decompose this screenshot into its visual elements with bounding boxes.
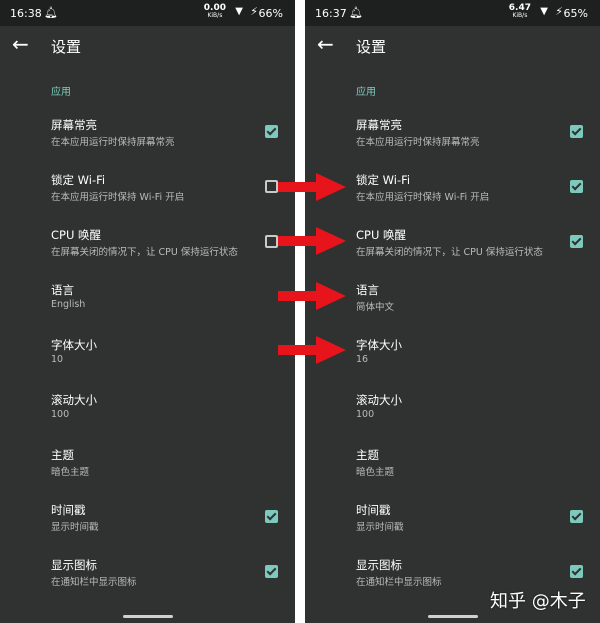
preference-item[interactable]: 滚动大小 100 bbox=[305, 392, 600, 440]
preference-title: 屏幕常亮 bbox=[51, 118, 97, 132]
preference-item[interactable]: 字体大小 10 bbox=[0, 337, 295, 385]
preference-summary: 暗色主题 bbox=[356, 467, 395, 478]
preference-item[interactable]: 主题 暗色主题 bbox=[0, 447, 295, 495]
section-header: 应用 bbox=[51, 87, 71, 98]
charging-icon: ⚡ bbox=[250, 5, 258, 18]
preference-item[interactable]: 显示图标在通知栏中显示图标 bbox=[0, 557, 295, 605]
network-speed-unit: KiB/s bbox=[207, 12, 223, 19]
page-title: 设置 bbox=[356, 38, 387, 56]
preference-checkbox[interactable] bbox=[570, 180, 583, 193]
preference-title: 显示图标 bbox=[51, 558, 97, 572]
app-bar: ← 设置 bbox=[305, 26, 600, 66]
preference-summary: 在本应用运行时保持屏幕常亮 bbox=[51, 137, 175, 148]
preference-title: 主题 bbox=[51, 448, 74, 462]
home-indicator[interactable] bbox=[427, 615, 478, 618]
preference-checkbox[interactable] bbox=[265, 565, 278, 578]
preference-checkbox[interactable] bbox=[265, 125, 278, 138]
home-indicator[interactable] bbox=[122, 615, 173, 618]
app-bar: ← 设置 bbox=[0, 26, 295, 66]
preference-item[interactable]: 字体大小 16 bbox=[305, 337, 600, 385]
preference-title: 显示图标 bbox=[356, 558, 402, 572]
phone-screen-after: 16:37 🔔︎ 6.47 KiB/s ▼ ⚡ 65% ← 设置 应用 屏幕常亮… bbox=[305, 0, 600, 623]
preference-checkbox[interactable] bbox=[570, 510, 583, 523]
preference-item[interactable]: 时间戳 显示时间戳 bbox=[0, 502, 295, 550]
preference-summary: 在本应用运行时保持 Wi-Fi 开启 bbox=[356, 192, 490, 203]
watermark: 知乎 @木子 bbox=[490, 591, 586, 612]
preference-summary: 显示时间戳 bbox=[51, 522, 99, 533]
status-time: 16:38 bbox=[10, 7, 42, 20]
network-speed-value: 6.47 bbox=[508, 3, 531, 13]
wifi-icon: ▼ bbox=[235, 6, 243, 17]
preference-title: 锁定 Wi-Fi bbox=[51, 173, 106, 187]
battery-level: 65% bbox=[563, 7, 588, 20]
preference-title: 锁定 Wi-Fi bbox=[356, 173, 411, 187]
status-bar: 16:37 🔔︎ 6.47 KiB/s ▼ ⚡ 65% bbox=[305, 0, 600, 26]
preference-title: 滚动大小 bbox=[51, 393, 97, 407]
status-time: 16:37 bbox=[315, 7, 347, 20]
back-arrow-icon[interactable]: ← bbox=[317, 33, 334, 55]
preference-title: 语言 bbox=[356, 283, 379, 297]
network-speed-unit: KiB/s bbox=[512, 12, 528, 19]
section-header: 应用 bbox=[356, 87, 376, 98]
preference-summary: 在本应用运行时保持 Wi-Fi 开启 bbox=[51, 192, 185, 203]
network-speed-value: 0.00 bbox=[203, 3, 226, 13]
preference-item[interactable]: 主题 暗色主题 bbox=[305, 447, 600, 495]
preference-item[interactable]: 锁定 Wi-Fi 在本应用运行时保持 Wi-Fi 开启 bbox=[0, 172, 295, 220]
preference-summary: 在屏幕关闭的情况下，让 CPU 保持运行状态 bbox=[51, 247, 238, 258]
status-bar: 16:38 🔔︎ 0.00 KiB/s ▼ ⚡ 66% bbox=[0, 0, 295, 26]
preference-item[interactable]: CPU 唤醒在屏幕关闭的情况下，让 CPU 保持运行状态 bbox=[305, 227, 600, 275]
network-speed: 6.47 KiB/s bbox=[509, 4, 531, 20]
back-arrow-icon[interactable]: ← bbox=[12, 33, 29, 55]
preference-summary: 100 bbox=[51, 409, 70, 420]
preference-summary: 在本应用运行时保持屏幕常亮 bbox=[356, 137, 480, 148]
notification-icon: 🔔︎ bbox=[44, 6, 58, 19]
wifi-icon: ▼ bbox=[540, 6, 548, 17]
preference-title: 时间戳 bbox=[356, 503, 391, 517]
preference-item[interactable]: 锁定 Wi-Fi 在本应用运行时保持 Wi-Fi 开启 bbox=[305, 172, 600, 220]
preference-title: 字体大小 bbox=[51, 338, 97, 352]
gesture-nav-bar bbox=[0, 611, 295, 621]
preference-item[interactable]: CPU 唤醒在屏幕关闭的情况下，让 CPU 保持运行状态 bbox=[0, 227, 295, 275]
preference-checkbox[interactable] bbox=[570, 125, 583, 138]
preference-title: CPU 唤醒 bbox=[51, 228, 102, 242]
preference-summary: English bbox=[51, 299, 86, 310]
preference-summary: 100 bbox=[356, 409, 375, 420]
annotation-arrow-wifi bbox=[278, 173, 346, 201]
preference-checkbox[interactable] bbox=[570, 235, 583, 248]
annotation-arrow-cpu bbox=[278, 227, 346, 255]
preference-item[interactable]: 屏幕常亮在本应用运行时保持屏幕常亮 bbox=[305, 117, 600, 165]
battery-level: 66% bbox=[258, 7, 283, 20]
preference-summary: 在通知栏中显示图标 bbox=[51, 577, 137, 588]
notification-icon: 🔔︎ bbox=[349, 6, 363, 19]
preference-item[interactable]: 语言 简体中文 bbox=[305, 282, 600, 330]
preference-title: 主题 bbox=[356, 448, 379, 462]
preference-summary: 简体中文 bbox=[356, 302, 395, 313]
preference-title: 时间戳 bbox=[51, 503, 86, 517]
charging-icon: ⚡ bbox=[555, 5, 563, 18]
preference-item[interactable]: 时间戳 显示时间戳 bbox=[305, 502, 600, 550]
annotation-arrow-font-size bbox=[278, 336, 346, 364]
preference-title: 语言 bbox=[51, 283, 74, 297]
preference-item[interactable]: 滚动大小 100 bbox=[0, 392, 295, 440]
preference-summary: 10 bbox=[51, 354, 64, 365]
preference-summary: 16 bbox=[356, 354, 369, 365]
preference-item[interactable]: 屏幕常亮在本应用运行时保持屏幕常亮 bbox=[0, 117, 295, 165]
preference-title: CPU 唤醒 bbox=[356, 228, 407, 242]
preference-checkbox[interactable] bbox=[570, 565, 583, 578]
preference-title: 滚动大小 bbox=[356, 393, 402, 407]
preference-summary: 显示时间戳 bbox=[356, 522, 404, 533]
preference-summary: 暗色主题 bbox=[51, 467, 90, 478]
preference-item[interactable]: 语言 English bbox=[0, 282, 295, 330]
preference-summary: 在屏幕关闭的情况下，让 CPU 保持运行状态 bbox=[356, 247, 543, 258]
preference-title: 屏幕常亮 bbox=[356, 118, 402, 132]
annotation-arrow-language bbox=[278, 282, 346, 310]
page-title: 设置 bbox=[51, 38, 82, 56]
network-speed: 0.00 KiB/s bbox=[204, 4, 226, 20]
preference-checkbox[interactable] bbox=[265, 510, 278, 523]
preference-title: 字体大小 bbox=[356, 338, 402, 352]
preference-summary: 在通知栏中显示图标 bbox=[356, 577, 442, 588]
phone-screen-before: 16:38 🔔︎ 0.00 KiB/s ▼ ⚡ 66% ← 设置 应用 屏幕常亮… bbox=[0, 0, 295, 623]
